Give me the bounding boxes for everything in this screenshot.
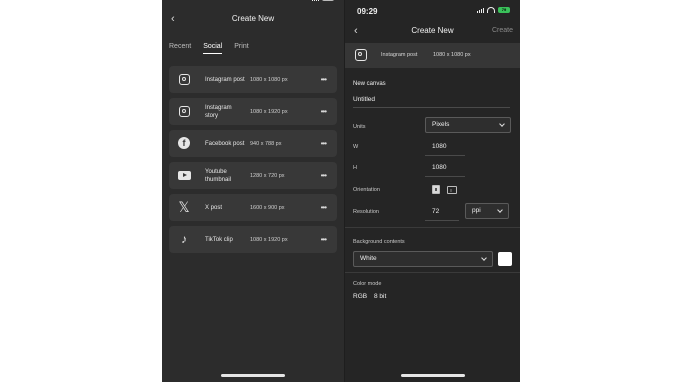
resolution-label: Resolution [353,209,379,215]
background-label: Background contents [353,239,405,245]
battery-icon [322,0,334,1]
color-mode-label: Color mode [353,281,382,287]
selected-preset-size: 1080 x 1080 px [433,52,471,58]
preset-size: 1080 x 1080 px [250,76,288,83]
status-bar [162,0,344,8]
tab-print[interactable]: Print [234,43,248,54]
preset-size: 940 x 788 px [250,140,282,147]
preset-size: 1080 x 1920 px [250,108,288,115]
youtube-icon [177,168,191,182]
units-value: Pixels [432,121,450,128]
width-label: W [353,144,359,150]
preset-card-instagram-post[interactable]: Instagram post 1080 x 1080 px ••• [169,66,337,93]
resolution-unit-select[interactable]: ppi [465,203,509,219]
width-field[interactable]: 1080 [432,143,446,150]
facebook-icon: f [177,136,191,150]
right-screen: 09:29 79 ‹ Create New Create Instagram p… [344,0,520,382]
preset-name: Facebook post [205,140,245,147]
color-mode-value[interactable]: RGB [353,293,367,300]
selected-preset-name: Instagram post [381,52,418,58]
height-underline [425,176,465,177]
signal-icon [477,7,484,13]
home-indicator [221,374,285,377]
chevron-down-icon [497,207,503,213]
preset-name: Youtube thumbnail [205,168,232,183]
height-label: H [353,165,357,171]
preset-card-x-post[interactable]: 𝕏 X post 1600 x 900 px ••• [169,194,337,221]
instagram-icon [177,72,191,86]
instagram-icon [177,104,191,118]
selected-preset: Instagram post 1080 x 1080 px [345,43,520,68]
section-divider [345,227,520,228]
units-select[interactable]: Pixels [425,117,511,133]
preset-tabs: Recent Social Print [169,43,249,54]
preset-name: Instagram story [205,104,232,119]
preset-name: X post [205,204,223,211]
battery-icon: 79 [498,7,510,13]
more-options-icon[interactable]: ••• [321,75,327,84]
background-color-swatch[interactable] [498,252,512,266]
background-value: White [360,255,377,262]
status-icons: 79 [477,7,510,13]
new-canvas-label: New canvas [353,81,386,87]
preset-name: Instagram post [205,76,245,83]
chevron-down-icon [481,255,487,261]
tab-recent[interactable]: Recent [169,43,191,54]
x-icon: 𝕏 [178,199,190,215]
more-options-icon[interactable]: ••• [321,203,327,212]
canvas-name-underline [353,107,510,108]
resolution-underline [425,220,459,221]
more-options-icon[interactable]: ••• [321,171,327,180]
left-screen: ‹ Create New Recent Social Print Instagr… [162,0,344,382]
resolution-field[interactable]: 72 [432,208,439,215]
status-time: 09:29 [357,7,378,16]
wifi-icon [487,7,495,13]
more-options-icon[interactable]: ••• [321,107,327,116]
preset-size: 1080 x 1920 px [250,236,288,243]
chevron-down-icon [499,121,505,127]
preset-card-youtube-thumbnail[interactable]: Youtube thumbnail 1280 x 720 px ••• [169,162,337,189]
units-label: Units [353,124,366,130]
more-options-icon[interactable]: ••• [321,235,327,244]
background-select[interactable]: White [353,251,493,267]
landscape-orientation-icon[interactable] [447,186,457,194]
width-underline [425,155,465,156]
nav-bar: ‹ Create New [162,9,344,29]
height-field[interactable]: 1080 [432,164,446,171]
preset-size: 1600 x 900 px [250,204,285,211]
home-indicator [400,374,465,377]
instagram-icon [355,49,367,61]
orientation-label: Orientation [353,187,380,193]
tab-social[interactable]: Social [203,43,223,54]
resolution-unit-value: ppi [472,207,481,214]
preset-card-facebook-post[interactable]: f Facebook post 940 x 788 px ••• [169,130,337,157]
canvas-name-field[interactable]: Untitled [353,96,375,103]
preset-card-tiktok-clip[interactable]: ♪ TikTok clip 1080 x 1920 px ••• [169,226,337,253]
section-divider [345,272,520,273]
portrait-orientation-icon[interactable] [432,185,440,194]
status-icons [312,0,334,1]
preset-size: 1280 x 720 px [250,172,285,179]
status-bar: 09:29 79 [345,0,520,20]
create-button[interactable]: Create [492,21,513,41]
more-options-icon[interactable]: ••• [321,139,327,148]
preset-card-instagram-story[interactable]: Instagram story 1080 x 1920 px ••• [169,98,337,125]
nav-bar: ‹ Create New Create [345,21,520,41]
tiktok-icon: ♪ [181,232,187,246]
preset-name: TikTok clip [205,236,233,243]
page-title: Create New [231,14,275,23]
bit-depth-value[interactable]: 8 bit [374,293,386,300]
signal-icon [312,0,319,1]
